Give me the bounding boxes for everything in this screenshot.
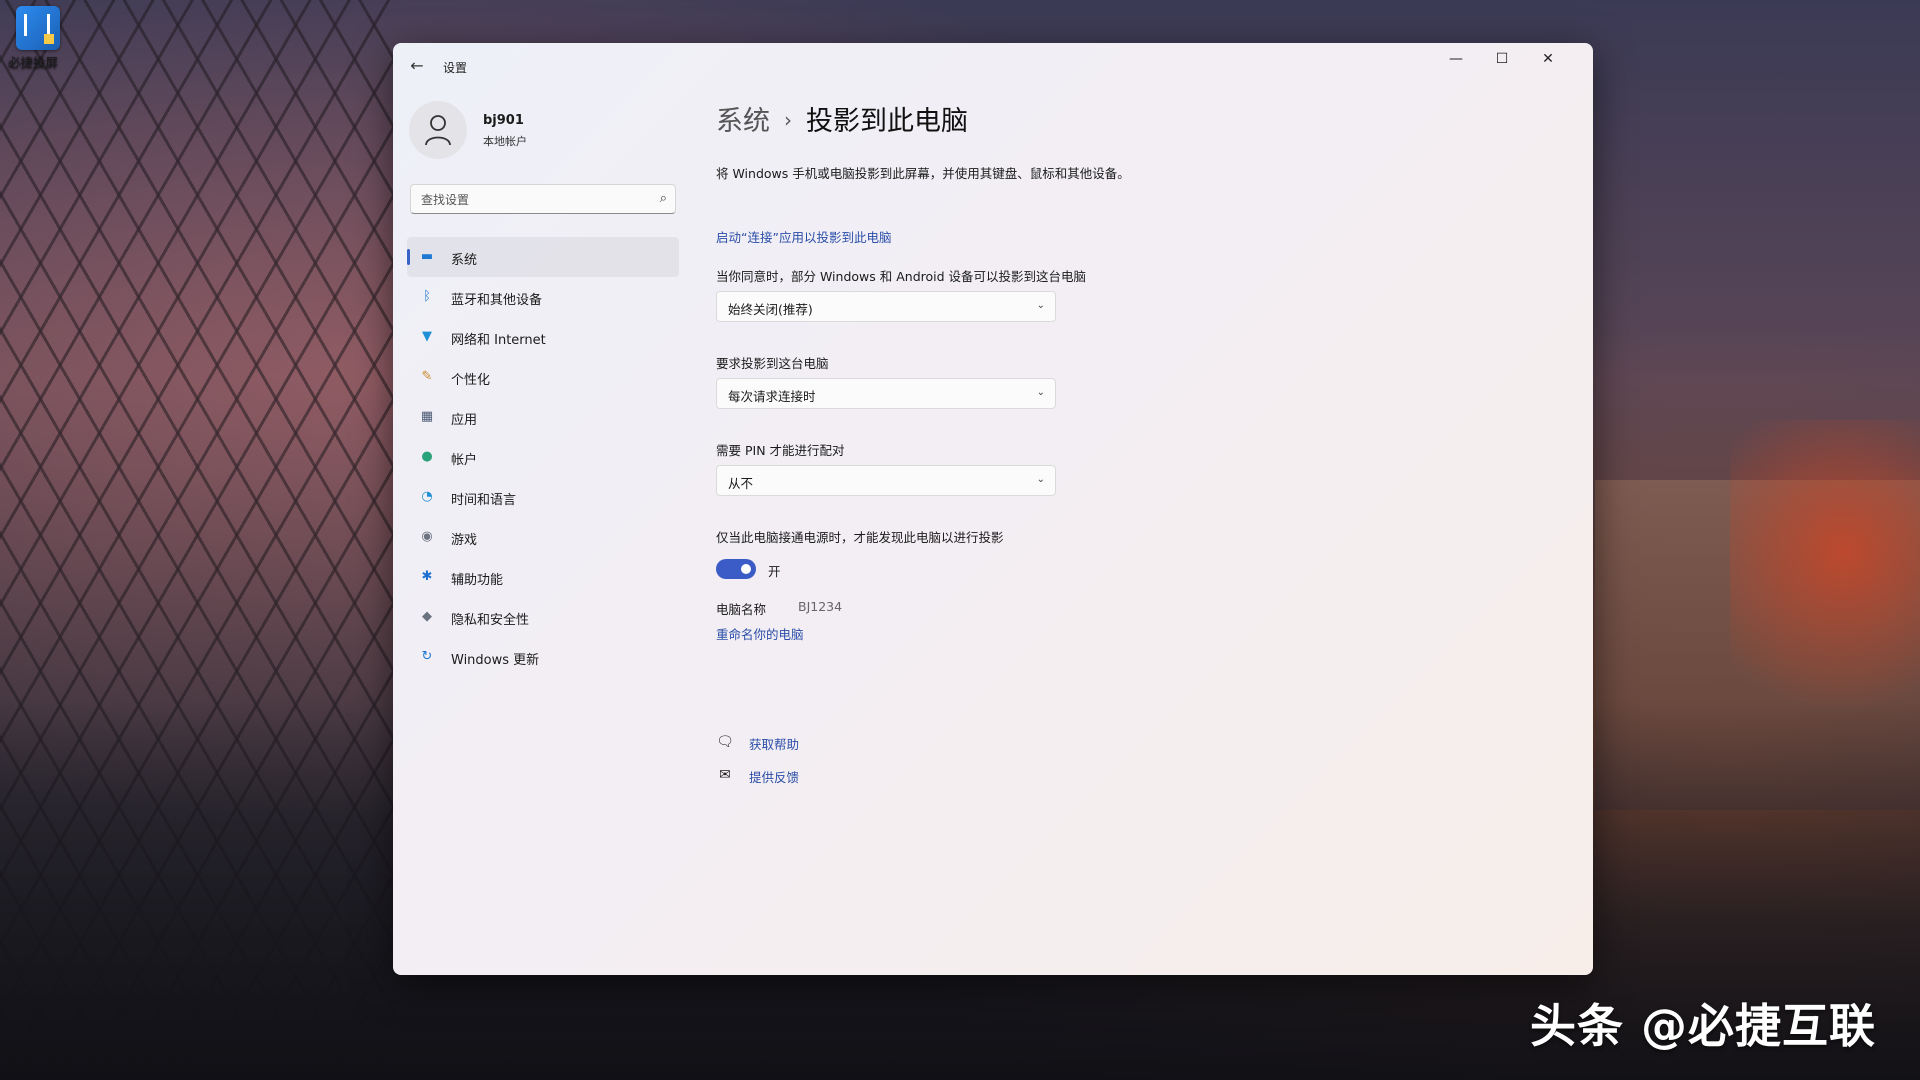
app-title: 设置	[443, 61, 468, 75]
sidebar-item-label: Windows 更新	[451, 653, 540, 668]
sidebar-nav: ▬ 系统 ᛒ 蓝牙和其他设备 ▼ 网络和 Internet ✎ 个性化 ▦ 应用 ● 帐户 ◔ 时间和语言…	[407, 237, 679, 677]
sidebar-item-label: 时间和语言	[451, 493, 517, 508]
search-icon[interactable]: ⌕	[660, 191, 667, 206]
request-value: 每次请求连接时	[728, 389, 816, 404]
sidebar-item-label: 辅助功能	[451, 573, 504, 588]
pc-name-value: BJ1234	[798, 599, 843, 614]
minimize-button[interactable]: —	[1433, 43, 1479, 75]
gamepad-icon: ◉	[421, 529, 433, 544]
sidebar-item-bluetooth[interactable]: ᛒ 蓝牙和其他设备	[407, 277, 679, 317]
rename-pc-link[interactable]: 重命名你的电脑	[716, 624, 804, 643]
request-dropdown[interactable]: 每次请求连接时 ⌄	[716, 378, 1056, 409]
availability-value: 始终关闭(推荐)	[728, 302, 813, 317]
update-icon: ↻	[421, 649, 433, 664]
sidebar-item-label: 应用	[451, 413, 478, 428]
feedback-label: 提供反馈	[749, 770, 800, 785]
availability-dropdown[interactable]: 始终关闭(推荐) ⌄	[716, 291, 1056, 322]
sidebar-item-label: 系统	[451, 253, 478, 268]
sidebar-item-wifi[interactable]: ▼ 网络和 Internet	[407, 317, 679, 357]
close-button[interactable]: ✕	[1525, 43, 1571, 75]
pc-name-label: 电脑名称	[716, 602, 767, 617]
globe-clock-icon: ◔	[421, 489, 433, 504]
system-icon: ▬	[420, 249, 434, 264]
user-name: bj901	[483, 113, 524, 128]
sidebar-item-accessibility[interactable]: ✱ 辅助功能	[407, 557, 679, 597]
back-button[interactable]: ←	[403, 55, 431, 77]
chevron-down-icon: ⌄	[1036, 300, 1045, 311]
sidebar-item-label: 游戏	[451, 533, 478, 548]
user-icon	[425, 115, 451, 146]
search-input[interactable]	[419, 190, 643, 210]
page-description: 将 Windows 手机或电脑投影到此屏幕，并使用其键盘、鼠标和其他设备。	[716, 166, 1130, 181]
sidebar-item-label: 个性化	[451, 373, 491, 388]
bijie-app-icon	[16, 6, 60, 50]
settings-window: ← 设置 — ☐ ✕ bj901 本地帐户 ⌕ ▬ 系统 ᛒ 蓝牙和其他设备 ▼ 网络和 …	[393, 43, 1593, 975]
account-icon: ●	[421, 449, 433, 464]
settings-search[interactable]: ⌕	[410, 184, 676, 214]
title-bar: ← 设置 — ☐ ✕	[393, 43, 1593, 87]
breadcrumb: 系统 › 投影到此电脑	[716, 99, 968, 138]
sidebar-item-label: 帐户	[451, 453, 478, 468]
setting-availability-label: 当你同意时，部分 Windows 和 Android 设备可以投影到这台电脑	[716, 269, 1087, 284]
brush-icon: ✎	[421, 369, 433, 384]
accessibility-icon: ✱	[421, 569, 433, 584]
feedback-icon: ✉	[719, 767, 731, 783]
account-type: 本地帐户	[483, 135, 527, 148]
wifi-icon: ▼	[422, 329, 432, 344]
sidebar-item-globe-clock[interactable]: ◔ 时间和语言	[407, 477, 679, 517]
chevron-down-icon: ⌄	[1036, 474, 1045, 485]
setting-power-label: 仅当此电脑接通电源时，才能发现此电脑以进行投影	[716, 530, 1004, 545]
chevron-down-icon: ⌄	[1036, 387, 1045, 398]
pin-value: 从不	[728, 476, 754, 491]
shield-icon: ◆	[422, 609, 432, 624]
chevron-right-icon: ›	[784, 108, 792, 132]
toggle-state-label: 开	[768, 564, 781, 579]
watermark: 头条 @必捷互联	[1530, 999, 1877, 1053]
setting-request-label: 要求投影到这台电脑	[716, 356, 829, 371]
sidebar-item-system[interactable]: ▬ 系统	[407, 237, 679, 277]
desktop-shortcut-bijie[interactable]: 必捷投屏	[8, 6, 68, 70]
sidebar-item-shield[interactable]: ◆ 隐私和安全性	[407, 597, 679, 637]
pin-dropdown[interactable]: 从不 ⌄	[716, 465, 1056, 496]
sidebar-item-label: 隐私和安全性	[451, 613, 530, 628]
page-title: 投影到此电脑	[806, 106, 968, 137]
connect-app-link[interactable]: 启动“连接”应用以投影到此电脑	[716, 227, 891, 246]
help-chat-icon: 🗨	[716, 734, 734, 750]
setting-pin-label: 需要 PIN 才能进行配对	[716, 443, 845, 458]
maximize-button[interactable]: ☐	[1479, 43, 1525, 75]
sidebar-item-update[interactable]: ↻ Windows 更新	[407, 637, 679, 677]
sidebar-item-brush[interactable]: ✎ 个性化	[407, 357, 679, 397]
apps-icon: ▦	[420, 409, 434, 424]
get-help-label: 获取帮助	[749, 737, 800, 752]
sidebar-item-label: 网络和 Internet	[451, 333, 546, 348]
avatar	[409, 101, 467, 159]
desktop-shortcut-label: 必捷投屏	[8, 55, 59, 70]
breadcrumb-parent[interactable]: 系统	[716, 106, 770, 137]
sidebar-item-gamepad[interactable]: ◉ 游戏	[407, 517, 679, 557]
sidebar-item-account[interactable]: ● 帐户	[407, 437, 679, 477]
bluetooth-icon: ᛒ	[423, 289, 431, 304]
sidebar-item-label: 蓝牙和其他设备	[451, 293, 543, 308]
sidebar-item-apps[interactable]: ▦ 应用	[407, 397, 679, 437]
toggle-knob	[741, 564, 751, 574]
power-discovery-toggle[interactable]	[716, 559, 756, 579]
